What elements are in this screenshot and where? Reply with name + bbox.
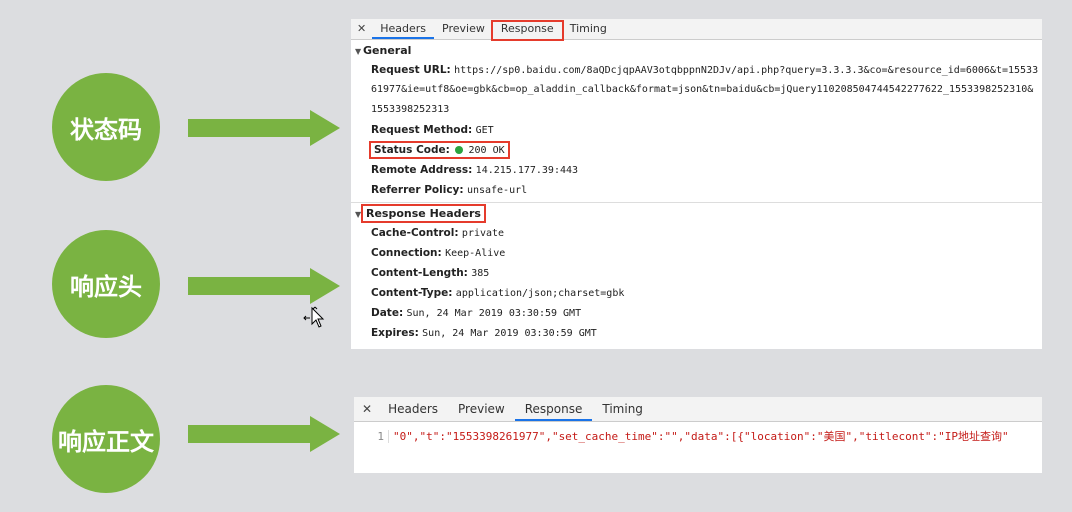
request-url-cont: 61977&ie=utf8&oe=gbk&cb=op_aladdin_callb… [371, 84, 1034, 95]
status-code-highlight: Status Code: 200 OK [369, 141, 510, 159]
remote-address-row: Remote Address: 14.215.177.39:443 [371, 164, 579, 176]
close-icon[interactable]: ✕ [355, 22, 372, 39]
general-section-header[interactable]: ▼ General [351, 40, 1042, 60]
header-row: Cache-Control: private [371, 227, 505, 239]
request-method-row: Request Method: GET [371, 124, 494, 136]
request-url-row: Request URL: https://sp0.baidu.com/8aQDc… [371, 64, 1039, 76]
collapse-triangle-icon: ▼ [355, 47, 362, 56]
line-number: 1 [377, 430, 384, 443]
response-body-circle: 响应正文 [52, 385, 160, 493]
arrow-right-icon [188, 110, 340, 146]
tab-preview[interactable]: Preview [434, 22, 493, 39]
code-line: "0","t":"1553398261977","set_cache_time"… [388, 430, 1009, 443]
response-headers-label: 响应头 [70, 272, 142, 301]
status-code-label: 状态码 [70, 115, 142, 144]
tab-bar: ✕ Headers Preview Response Timing [351, 19, 1042, 41]
header-row: Content-Type: application/json;charset=g… [371, 287, 625, 299]
header-row: Content-Length: 385 [371, 267, 490, 279]
status-ok-dot-icon [455, 146, 464, 154]
status-code-circle: 状态码 [52, 73, 160, 181]
tab-response[interactable]: Response [514, 402, 593, 421]
tab-timing[interactable]: Timing [592, 402, 653, 421]
devtools-response-panel: ✕ Headers Preview Response Timing 1 "0","… [354, 397, 1042, 473]
response-body-label: 响应正文 [58, 427, 154, 456]
tab-bar: ✕ Headers Preview Response Timing [354, 397, 1042, 422]
request-url-cont: 1553398252313 [371, 104, 450, 115]
arrow-right-icon [188, 416, 340, 452]
move-cursor-icon [303, 306, 325, 328]
status-code-row: Status Code: 200 OK [351, 140, 1042, 160]
close-icon[interactable]: ✕ [360, 402, 378, 421]
collapse-triangle-icon: ▼ [355, 210, 362, 219]
tab-headers[interactable]: Headers [378, 402, 448, 421]
tab-preview[interactable]: Preview [448, 402, 515, 421]
response-body-code[interactable]: 1 "0","t":"1553398261977","set_cache_time… [354, 422, 1042, 444]
response-headers-section-header[interactable]: ▼ Response Headers [351, 203, 1042, 223]
arrow-right-icon [188, 268, 340, 304]
header-row: Connection: Keep-Alive [371, 247, 506, 259]
header-row: Date: Sun, 24 Mar 2019 03:30:59 GMT [371, 307, 582, 319]
referrer-policy-row: Referrer Policy: unsafe-url [371, 184, 528, 196]
tab-response[interactable]: Response [490, 20, 564, 41]
tab-timing[interactable]: Timing [562, 22, 615, 39]
devtools-headers-panel: ✕ Headers Preview Response Timing ▼ Gener… [351, 19, 1042, 349]
response-headers-circle: 响应头 [52, 230, 160, 338]
header-row: Expires: Sun, 24 Mar 2019 03:30:59 GMT [371, 327, 597, 339]
tab-headers[interactable]: Headers [372, 22, 435, 39]
